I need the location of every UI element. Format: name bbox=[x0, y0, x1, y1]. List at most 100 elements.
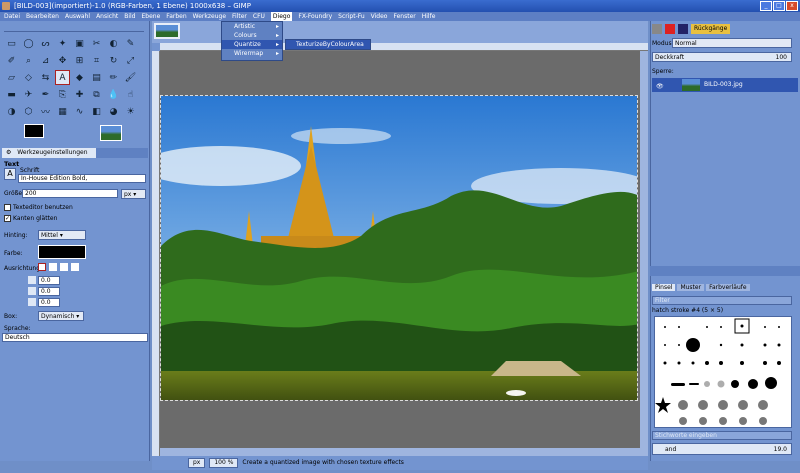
justify-center-button[interactable] bbox=[60, 263, 68, 271]
justify-right-button[interactable] bbox=[49, 263, 57, 271]
zoom-select[interactable]: 100 % bbox=[209, 458, 239, 468]
menu-filter[interactable]: Filter bbox=[232, 12, 247, 21]
blur-icon[interactable]: 💧 bbox=[106, 87, 121, 102]
layers-tab-icon[interactable] bbox=[652, 24, 662, 34]
foreground-select-icon[interactable]: ◐ bbox=[106, 36, 121, 51]
indent-input[interactable]: 0.0 bbox=[38, 276, 60, 285]
blend-icon[interactable]: ▤ bbox=[89, 70, 104, 85]
foreground-color-swatch[interactable] bbox=[24, 124, 44, 138]
temple-photo[interactable] bbox=[160, 95, 638, 401]
menu-fenster[interactable]: Fenster bbox=[393, 12, 415, 21]
menu-item-texturize[interactable]: TexturizeByColourArea bbox=[286, 40, 370, 49]
line-spacing-input[interactable]: 0.0 bbox=[38, 287, 60, 296]
align-icon[interactable]: ⊞ bbox=[72, 53, 87, 68]
brush-grid[interactable] bbox=[654, 316, 792, 428]
curves-icon[interactable]: ∿ bbox=[72, 104, 87, 119]
horizontal-scrollbar[interactable] bbox=[160, 448, 640, 456]
scissors-icon[interactable]: ✂ bbox=[89, 36, 104, 51]
layer-row[interactable]: 👁 BILD-003.jpg bbox=[652, 78, 798, 92]
warp-icon[interactable]: 〰 bbox=[38, 104, 53, 119]
unit-select[interactable]: px bbox=[188, 458, 206, 468]
box-select[interactable]: Dynamisch ▾ bbox=[38, 311, 84, 321]
airbrush-icon[interactable]: ✈ bbox=[21, 87, 36, 102]
size-input[interactable]: 200 bbox=[22, 189, 118, 198]
shear-icon[interactable]: ▱ bbox=[4, 70, 19, 85]
vertical-scrollbar[interactable] bbox=[640, 51, 648, 456]
pencil-icon[interactable]: ✏ bbox=[106, 70, 121, 85]
paintbrush-icon[interactable]: 🖌 bbox=[123, 70, 138, 85]
menu-script-fu[interactable]: Script-Fu bbox=[338, 12, 365, 21]
heal-icon[interactable]: ✚ bbox=[72, 87, 87, 102]
antialias-checkbox[interactable]: ✓ bbox=[4, 215, 11, 222]
menu-ebene[interactable]: Ebene bbox=[142, 12, 161, 21]
font-preview-icon[interactable]: A bbox=[4, 168, 16, 180]
tab-pinsel[interactable]: Pinsel bbox=[652, 284, 676, 291]
menu-item-quantize[interactable]: Quantize ▸ bbox=[222, 40, 282, 49]
justify-fill-button[interactable] bbox=[71, 263, 79, 271]
toolbox-grip[interactable] bbox=[4, 24, 144, 32]
menu-farben[interactable]: Farben bbox=[166, 12, 186, 21]
letter-spacing-input[interactable]: 0.0 bbox=[38, 298, 60, 307]
rect-select-icon[interactable]: ▭ bbox=[4, 36, 19, 51]
rotate-icon[interactable]: ↻ bbox=[106, 53, 121, 68]
hinting-select[interactable]: Mittel ▾ bbox=[38, 230, 86, 240]
cage-icon[interactable]: ⬡ bbox=[21, 104, 36, 119]
tab-farbverlaeufe[interactable]: Farbverläufe bbox=[706, 284, 750, 291]
texteditor-option[interactable]: Texteditor benutzen bbox=[4, 204, 73, 211]
scale-icon[interactable]: ⤢ bbox=[123, 53, 138, 68]
menu-item-colours[interactable]: Colours ▸ bbox=[222, 31, 282, 40]
menu-item-artistic[interactable]: Artistic ▸ bbox=[222, 22, 282, 31]
close-button[interactable]: x bbox=[786, 1, 798, 11]
color-select-icon[interactable]: ▣ bbox=[72, 36, 87, 51]
fuzzy-select-icon[interactable]: ✦ bbox=[55, 36, 70, 51]
dodge-burn-icon[interactable]: ◑ bbox=[4, 104, 19, 119]
menu-bild[interactable]: Bild bbox=[124, 12, 135, 21]
antialias-option[interactable]: ✓ Kanten glätten bbox=[4, 215, 57, 222]
opacity-slider[interactable]: Deckkraft 100 bbox=[652, 52, 792, 62]
spacing-slider[interactable]: and 19.0 bbox=[652, 443, 792, 455]
maximize-button[interactable]: □ bbox=[773, 1, 785, 11]
menu-fx-foundry[interactable]: FX-Foundry bbox=[298, 12, 332, 21]
mode-select[interactable]: Normal bbox=[672, 38, 792, 48]
eye-icon[interactable]: 👁 bbox=[656, 80, 664, 94]
menu-werkzeuge[interactable]: Werkzeuge bbox=[193, 12, 226, 21]
menu-cfu[interactable]: CFU bbox=[253, 12, 265, 21]
texteditor-checkbox[interactable] bbox=[4, 204, 11, 211]
brush-filter-input[interactable]: Filter bbox=[652, 296, 792, 305]
clone-icon[interactable]: ⎘ bbox=[55, 87, 70, 102]
justify-left-button[interactable] bbox=[38, 263, 46, 271]
threshold-icon[interactable]: ◧ bbox=[89, 104, 104, 119]
language-input[interactable]: Deutsch bbox=[2, 333, 148, 342]
paths-tab-icon[interactable] bbox=[678, 24, 688, 34]
size-unit-select[interactable]: px ▾ bbox=[121, 189, 146, 199]
font-input[interactable]: In-House Edition Bold, bbox=[18, 174, 146, 183]
perspective-clone-icon[interactable]: ⧉ bbox=[89, 87, 104, 102]
menu-auswahl[interactable]: Auswahl bbox=[65, 12, 90, 21]
menu-ansicht[interactable]: Ansicht bbox=[96, 12, 118, 21]
bucket-fill-icon[interactable]: ◆ bbox=[72, 70, 87, 85]
free-select-icon[interactable]: ᔕ bbox=[38, 36, 53, 51]
eraser-icon[interactable]: ▬ bbox=[4, 87, 19, 102]
move-icon[interactable]: ✥ bbox=[55, 53, 70, 68]
text-tool-icon[interactable]: A bbox=[55, 70, 70, 85]
hue-icon[interactable]: ◕ bbox=[106, 104, 121, 119]
brush-tag-input[interactable]: Stichworte eingeben bbox=[652, 431, 792, 440]
smudge-icon[interactable]: ☝ bbox=[123, 87, 138, 102]
color-picker-icon[interactable]: ✐ bbox=[4, 53, 19, 68]
tab-undo[interactable]: Rückgänge bbox=[691, 24, 731, 34]
menu-video[interactable]: Video bbox=[371, 12, 388, 21]
text-color-button[interactable] bbox=[38, 245, 86, 259]
active-image-thumbnail[interactable] bbox=[100, 125, 122, 141]
menu-datei[interactable]: Datei bbox=[4, 12, 20, 21]
channels-tab-icon[interactable] bbox=[665, 24, 675, 34]
tab-tool-options[interactable]: ⚙ Werkzeugeinstellungen bbox=[2, 148, 96, 158]
image-tab-thumbnail[interactable] bbox=[154, 23, 180, 39]
zoom-icon[interactable]: ⌕ bbox=[21, 53, 36, 68]
menu-hilfe[interactable]: Hilfe bbox=[422, 12, 436, 21]
minimize-button[interactable]: _ bbox=[760, 1, 772, 11]
menu-diego[interactable]: Diego bbox=[270, 12, 293, 21]
measure-icon[interactable]: ⊿ bbox=[38, 53, 53, 68]
menu-item-wirermap[interactable]: Wirermap ▸ bbox=[222, 49, 282, 58]
menu-bearbeiten[interactable]: Bearbeiten bbox=[26, 12, 59, 21]
tab-muster[interactable]: Muster bbox=[677, 284, 705, 291]
